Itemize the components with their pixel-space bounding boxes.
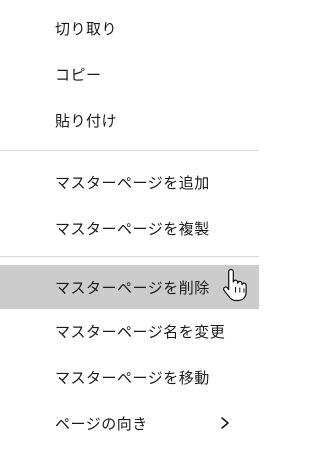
chevron-right-icon xyxy=(221,417,229,429)
menu-separator xyxy=(0,150,259,151)
menu-item-delete-master-page[interactable]: マスターページを削除 xyxy=(0,265,259,309)
menu-item-label: コピー xyxy=(55,65,102,84)
menu-item-label: マスターページを移動 xyxy=(55,368,210,387)
menu-item-paste[interactable]: 貼り付け xyxy=(0,98,259,142)
menu-item-label: マスターページを追加 xyxy=(55,173,210,192)
menu-item-move-master-page[interactable]: マスターページを移動 xyxy=(0,355,259,399)
menu-item-copy[interactable]: コピー xyxy=(0,52,259,96)
menu-item-duplicate-master-page[interactable]: マスターページを複製 xyxy=(0,206,259,250)
menu-separator xyxy=(0,256,259,257)
menu-item-cut[interactable]: 切り取り xyxy=(0,6,259,50)
menu-item-label: マスターページを削除 xyxy=(55,278,210,297)
menu-item-add-master-page[interactable]: マスターページを追加 xyxy=(0,160,259,204)
menu-item-page-orientation[interactable]: ページの向き xyxy=(0,401,259,445)
menu-item-label: ページの向き xyxy=(55,414,148,433)
menu-item-label: マスターページを複製 xyxy=(55,219,210,238)
menu-item-label: 貼り付け xyxy=(55,111,118,130)
menu-item-label: マスターページ名を変更 xyxy=(55,322,226,341)
menu-item-label: 切り取り xyxy=(55,19,118,38)
menu-item-rename-master-page[interactable]: マスターページ名を変更 xyxy=(0,309,259,353)
context-menu: 切り取り コピー 貼り付け マスターページを追加 マスターページを複製 マスター… xyxy=(0,0,259,453)
